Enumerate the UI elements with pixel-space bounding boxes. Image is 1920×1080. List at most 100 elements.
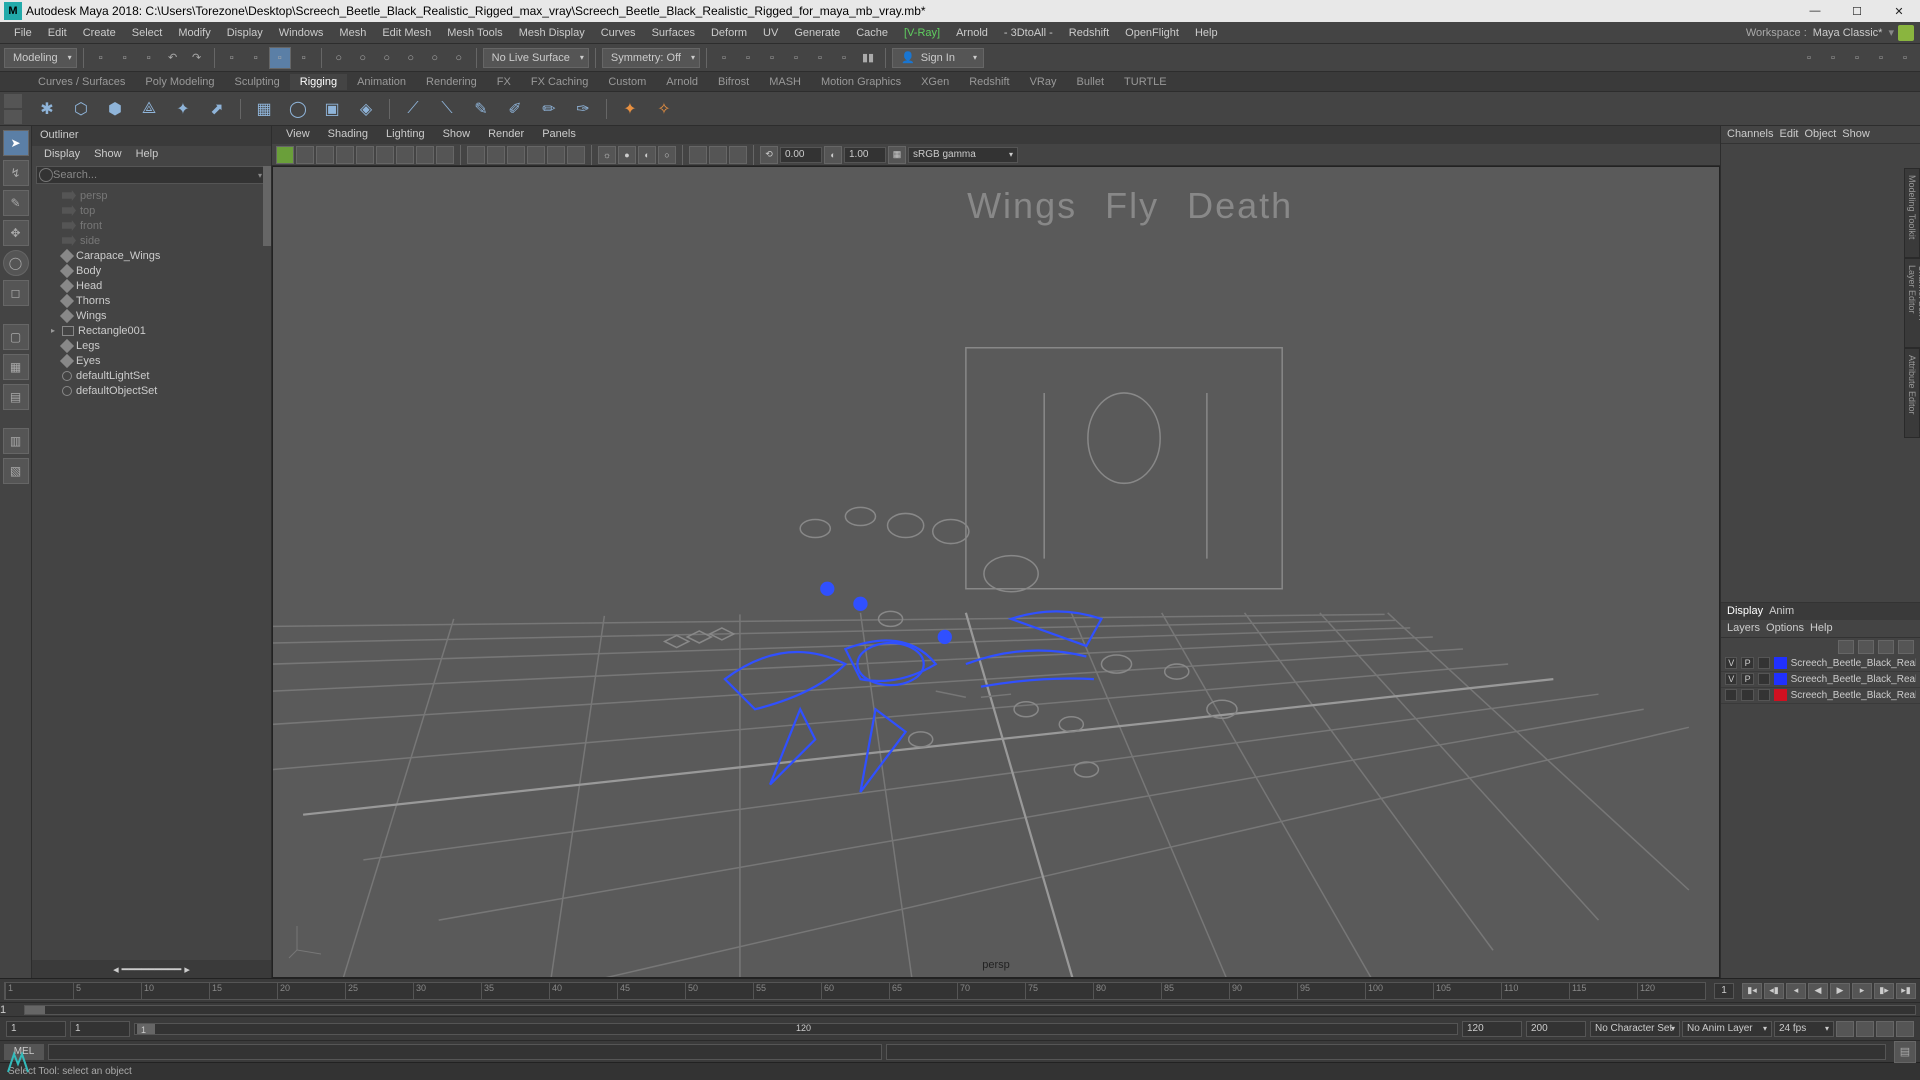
- playback-end[interactable]: 200: [1526, 1021, 1586, 1037]
- layout2-icon[interactable]: ▫: [1822, 47, 1844, 69]
- layout-four[interactable]: ▦: [3, 354, 29, 380]
- vp-cm-icon[interactable]: ▦: [888, 146, 906, 164]
- menu-create[interactable]: Create: [75, 24, 124, 42]
- shelf-tab-bullet[interactable]: Bullet: [1067, 74, 1115, 90]
- menu-uv[interactable]: UV: [755, 24, 786, 42]
- outliner-menu-show[interactable]: Show: [88, 148, 128, 162]
- range-prefs[interactable]: [1896, 1021, 1914, 1037]
- vp-light4-icon[interactable]: ○: [658, 146, 676, 164]
- shelf-tab-animation[interactable]: Animation: [347, 74, 416, 90]
- outliner-item-persp[interactable]: persp: [32, 188, 271, 203]
- shelf-btn-3[interactable]: ⬢: [100, 94, 130, 124]
- vp-menu-show[interactable]: Show: [435, 128, 479, 142]
- shelf-btn-9[interactable]: ▣: [317, 94, 347, 124]
- shelf-btn-18[interactable]: ✧: [649, 94, 679, 124]
- shelf-btn-17[interactable]: ✦: [615, 94, 645, 124]
- range-opt1[interactable]: [1836, 1021, 1854, 1037]
- shelf-btn-12[interactable]: ⟍: [432, 94, 462, 124]
- layer-btn-2[interactable]: [1858, 640, 1874, 654]
- layer-menu-help[interactable]: Help: [1810, 622, 1833, 635]
- step-back-icon[interactable]: ◂▮: [1764, 983, 1784, 999]
- next-key-icon[interactable]: ▸: [1852, 983, 1872, 999]
- menu-edit[interactable]: Edit: [40, 24, 75, 42]
- outliner-item-wings[interactable]: Wings: [32, 308, 271, 323]
- layer-menu-options[interactable]: Options: [1766, 622, 1804, 635]
- channel-menu-channels[interactable]: Channels: [1727, 128, 1773, 141]
- vp-btn-7[interactable]: [396, 146, 414, 164]
- layer-btn-3[interactable]: [1878, 640, 1894, 654]
- vp-gamma[interactable]: 1.00: [844, 147, 886, 163]
- shelf-btn-4[interactable]: ⟁: [134, 94, 164, 124]
- shelf-tab-arnold[interactable]: Arnold: [656, 74, 708, 90]
- vp-btn-12[interactable]: [507, 146, 525, 164]
- construct-icon[interactable]: ▫: [713, 47, 735, 69]
- vp-iso3-icon[interactable]: [729, 146, 747, 164]
- shelf-btn-13[interactable]: ✎: [466, 94, 496, 124]
- outliner-item-defaultlightset[interactable]: defaultLightSet: [32, 368, 271, 383]
- anim-start[interactable]: 1: [70, 1021, 130, 1037]
- layout-single[interactable]: ▢: [3, 324, 29, 350]
- vp-gamma-icon[interactable]: ◐: [824, 146, 842, 164]
- outliner-item-eyes[interactable]: Eyes: [32, 353, 271, 368]
- range-cur[interactable]: 1: [0, 1004, 20, 1016]
- construct5-icon[interactable]: ▫: [809, 47, 831, 69]
- layer-row-2[interactable]: Screech_Beetle_Black_Realistic: [1721, 688, 1920, 704]
- outliner-item-rectangle001[interactable]: ▸Rectangle001: [32, 323, 271, 338]
- menu-help[interactable]: Help: [1187, 24, 1226, 42]
- play-back-icon[interactable]: ◀: [1808, 983, 1828, 999]
- shelf-tab-vray[interactable]: VRay: [1020, 74, 1067, 90]
- shelf-tab-fx[interactable]: FX: [487, 74, 521, 90]
- layer-btn-4[interactable]: [1898, 640, 1914, 654]
- lasso-tool[interactable]: ↯: [3, 160, 29, 186]
- outliner-resize[interactable]: ◂ ━━━━━━━━━ ▸: [32, 960, 271, 978]
- menu-surfaces[interactable]: Surfaces: [644, 24, 703, 42]
- vp-menu-view[interactable]: View: [278, 128, 318, 142]
- vp-btn-5[interactable]: [356, 146, 374, 164]
- snap6-icon[interactable]: ○: [448, 47, 470, 69]
- shelf-tab-bifrost[interactable]: Bifrost: [708, 74, 759, 90]
- live-surface[interactable]: No Live Surface: [483, 48, 589, 68]
- shelf-btn-6[interactable]: ⬈: [202, 94, 232, 124]
- outliner-scrollbar[interactable]: [263, 166, 271, 246]
- vp-light2-icon[interactable]: ●: [618, 146, 636, 164]
- scale-tool[interactable]: ◻: [3, 280, 29, 306]
- construct2-icon[interactable]: ▫: [737, 47, 759, 69]
- vp-menu-render[interactable]: Render: [480, 128, 532, 142]
- shelf-tab-fx-caching[interactable]: FX Caching: [521, 74, 598, 90]
- snap5-icon[interactable]: ○: [424, 47, 446, 69]
- layout1-icon[interactable]: ▫: [1798, 47, 1820, 69]
- channel-menu-show[interactable]: Show: [1842, 128, 1870, 141]
- move-tool[interactable]: ✥: [3, 220, 29, 246]
- range-track[interactable]: [24, 1005, 1916, 1015]
- vp-btn-14[interactable]: [547, 146, 565, 164]
- menu-generate[interactable]: Generate: [786, 24, 848, 42]
- shelf-btn-5[interactable]: ✦: [168, 94, 198, 124]
- shelf-btn-16[interactable]: ✑: [568, 94, 598, 124]
- vp-light1-icon[interactable]: ☼: [598, 146, 616, 164]
- outliner-item-carapace_wings[interactable]: Carapace_Wings: [32, 248, 271, 263]
- shelf-opt2-icon[interactable]: [4, 110, 22, 124]
- range-opt2[interactable]: [1856, 1021, 1874, 1037]
- menu-mesh-display[interactable]: Mesh Display: [511, 24, 593, 42]
- snap2-icon[interactable]: ○: [352, 47, 374, 69]
- layout3-icon[interactable]: ▫: [1846, 47, 1868, 69]
- goto-end-icon[interactable]: ▸▮: [1896, 983, 1916, 999]
- outliner-item-side[interactable]: side: [32, 233, 271, 248]
- save-scene-icon[interactable]: ▫: [138, 47, 160, 69]
- vp-light3-icon[interactable]: ◐: [638, 146, 656, 164]
- vp-btn-4[interactable]: [336, 146, 354, 164]
- channel-menu-edit[interactable]: Edit: [1779, 128, 1798, 141]
- cmd-input[interactable]: [48, 1044, 882, 1060]
- current-frame[interactable]: 1: [1714, 983, 1734, 999]
- outliner-item-top[interactable]: top: [32, 203, 271, 218]
- outliner-item-thorns[interactable]: Thorns: [32, 293, 271, 308]
- select-mode2-icon[interactable]: ▫: [245, 47, 267, 69]
- select-mode4-icon[interactable]: ▫: [293, 47, 315, 69]
- range-bar[interactable]: 1 120: [134, 1023, 1458, 1035]
- shelf-tab-curves-surfaces[interactable]: Curves / Surfaces: [28, 74, 135, 90]
- shelf-btn-8[interactable]: ◯: [283, 94, 313, 124]
- menu-openflight[interactable]: OpenFlight: [1117, 24, 1187, 42]
- menu-windows[interactable]: Windows: [271, 24, 332, 42]
- outliner-menu-display[interactable]: Display: [38, 148, 86, 162]
- shelf-tab-sculpting[interactable]: Sculpting: [225, 74, 290, 90]
